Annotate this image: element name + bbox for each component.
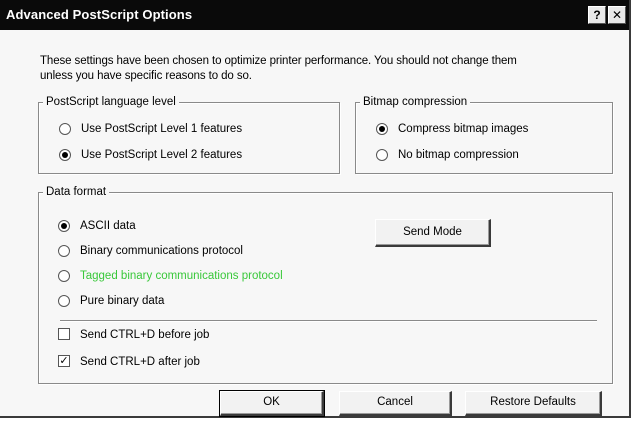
help-button[interactable]: ? [588, 6, 606, 24]
radio-label: Use PostScript Level 1 features [81, 123, 243, 135]
title-bar: Advanced PostScript Options ? ✕ [0, 0, 629, 30]
send-mode-button[interactable]: Send Mode [375, 219, 491, 247]
restore-defaults-button[interactable]: Restore Defaults [465, 391, 602, 416]
radio-selected-dot [62, 152, 68, 158]
checkbox-label: Send CTRL+D before job [80, 329, 210, 341]
cancel-label: Cancel [377, 396, 413, 408]
radio-label: Compress bitmap images [398, 123, 529, 135]
intro-line-2: unless you have specific reasons to do s… [40, 70, 252, 82]
checkbox-label: Send CTRL+D after job [80, 356, 200, 368]
radio-selected-dot [379, 126, 385, 132]
data-format-divider [60, 320, 597, 322]
postscript-level-group: PostScript language level Use PostScript… [38, 95, 340, 174]
postscript-level-legend: PostScript language level [43, 95, 179, 109]
radio-label: No bitmap compression [398, 149, 519, 161]
radio-label: Use PostScript Level 2 features [81, 149, 243, 161]
radio-circle [59, 123, 71, 135]
advanced-postscript-options-dialog: Advanced PostScript Options ? ✕ These se… [0, 0, 631, 418]
restore-defaults-label: Restore Defaults [490, 396, 576, 408]
close-icon: ✕ [611, 8, 623, 22]
intro-line-1: These settings have been chosen to optim… [40, 55, 517, 67]
checkbox-box: ✓ [58, 355, 70, 367]
data-format-legend: Data format [43, 185, 110, 199]
radio-circle [58, 245, 70, 257]
radio-circle [376, 123, 388, 135]
close-button[interactable]: ✕ [608, 6, 626, 24]
radio-circle [59, 149, 71, 161]
radio-selected-dot [61, 223, 67, 229]
intro-text: These settings have been chosen to optim… [40, 54, 625, 84]
help-icon: ? [593, 8, 601, 22]
radio-circle [58, 270, 70, 282]
radio-label: Pure binary data [80, 295, 165, 307]
radio-circle [58, 295, 70, 307]
checkmark-icon: ✓ [59, 355, 69, 367]
checkbox-box [58, 328, 70, 340]
ok-label: OK [263, 396, 280, 408]
radio-label: ASCII data [80, 220, 136, 232]
cancel-button[interactable]: Cancel [339, 391, 452, 416]
dialog-title: Advanced PostScript Options [6, 7, 193, 22]
bitmap-compression-group: Bitmap compression Compress bitmap image… [355, 95, 613, 174]
bitmap-compression-legend: Bitmap compression [360, 95, 471, 109]
ok-button[interactable]: OK [219, 390, 325, 417]
radio-circle [58, 220, 70, 232]
radio-label: Binary communications protocol [80, 245, 243, 257]
radio-circle [376, 149, 388, 161]
radio-label: Tagged binary communications protocol [80, 270, 283, 282]
send-mode-label: Send Mode [403, 226, 462, 238]
